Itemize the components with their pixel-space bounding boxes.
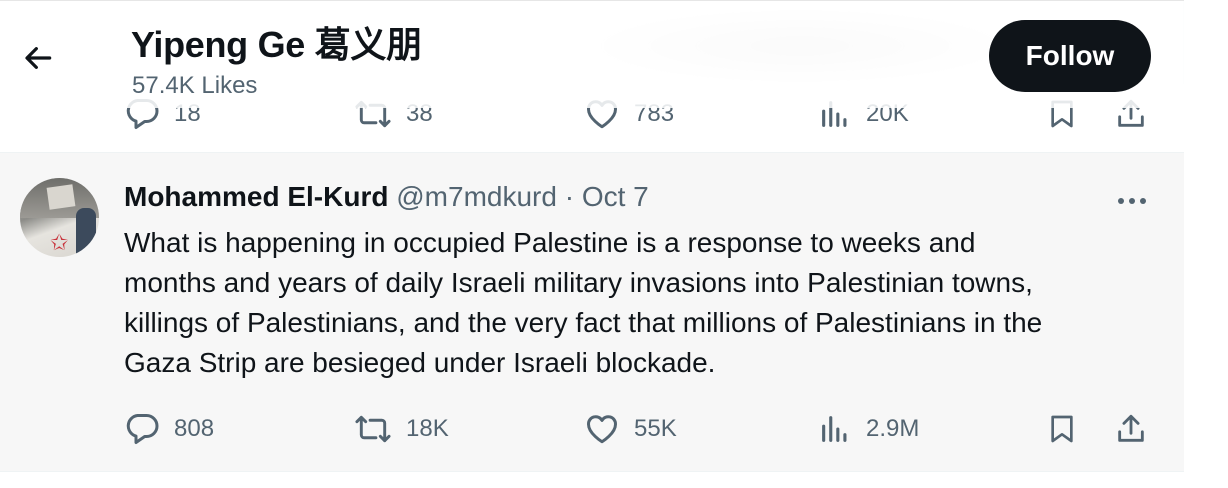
views-button[interactable]: 2.9M (818, 407, 919, 451)
share-icon (1118, 414, 1144, 442)
retweet-count: 18K (406, 415, 449, 442)
share-button[interactable] (1114, 407, 1148, 451)
tweet-text: What is happening in occupied Palestine … (124, 223, 1164, 383)
author-name[interactable]: Mohammed El-Kurd (124, 181, 388, 212)
avatar-photo-person (76, 208, 96, 257)
arrow-left-icon (25, 47, 52, 69)
views-chart-icon (822, 416, 847, 442)
right-gutter (1184, 0, 1228, 488)
tweet-header: Mohammed El-Kurd @m7mdkurd · Oct 7 (124, 181, 649, 213)
reply-button[interactable]: 808 (124, 407, 214, 451)
avatar-star-icon: ✩ (50, 230, 69, 255)
avatar[interactable]: ✩ (20, 178, 99, 257)
author-handle[interactable]: @m7mdkurd (396, 181, 557, 212)
more-horizontal-icon (1118, 198, 1146, 204)
like-count: 55K (634, 415, 677, 442)
heart-icon (587, 415, 617, 444)
tweet-date[interactable]: Oct 7 (582, 181, 649, 212)
tweet-text-line: months and years of daily Israeli milita… (124, 267, 1033, 298)
reply-count: 808 (174, 415, 215, 442)
retweet-icon (355, 415, 391, 443)
tweet-card[interactable]: ✩ Mohammed El-Kurd @m7mdkurd · Oct 7 Wha… (0, 153, 1184, 471)
like-button[interactable]: 55K (584, 407, 677, 451)
back-button[interactable] (16, 35, 62, 81)
tweet-text-line: What is happening in occupied Palestine … (124, 227, 976, 258)
views-count: 2.9M (866, 415, 920, 442)
bookmark-button[interactable] (1046, 407, 1078, 451)
more-options-button[interactable] (1112, 191, 1152, 211)
profile-name-title: Yipeng Ge 葛义朋 (131, 24, 422, 65)
tweet-actions: 808 18K 55K 2.9M (0, 407, 1184, 451)
next-tweet-area (0, 472, 1184, 488)
profile-likes-count: 57.4K Likes (132, 72, 258, 99)
tweet-text-line: Gaza Strip are besieged under Israeli bl… (124, 347, 716, 378)
reply-icon (126, 414, 159, 444)
avatar-photo-sign (46, 184, 76, 210)
header-separator: · (564, 181, 575, 212)
follow-button[interactable]: Follow (989, 20, 1151, 92)
retweet-button[interactable]: 18K (354, 407, 449, 451)
tweet-text-line: killings of Palestinians, and the very f… (124, 307, 1043, 338)
bookmark-icon (1051, 415, 1073, 443)
